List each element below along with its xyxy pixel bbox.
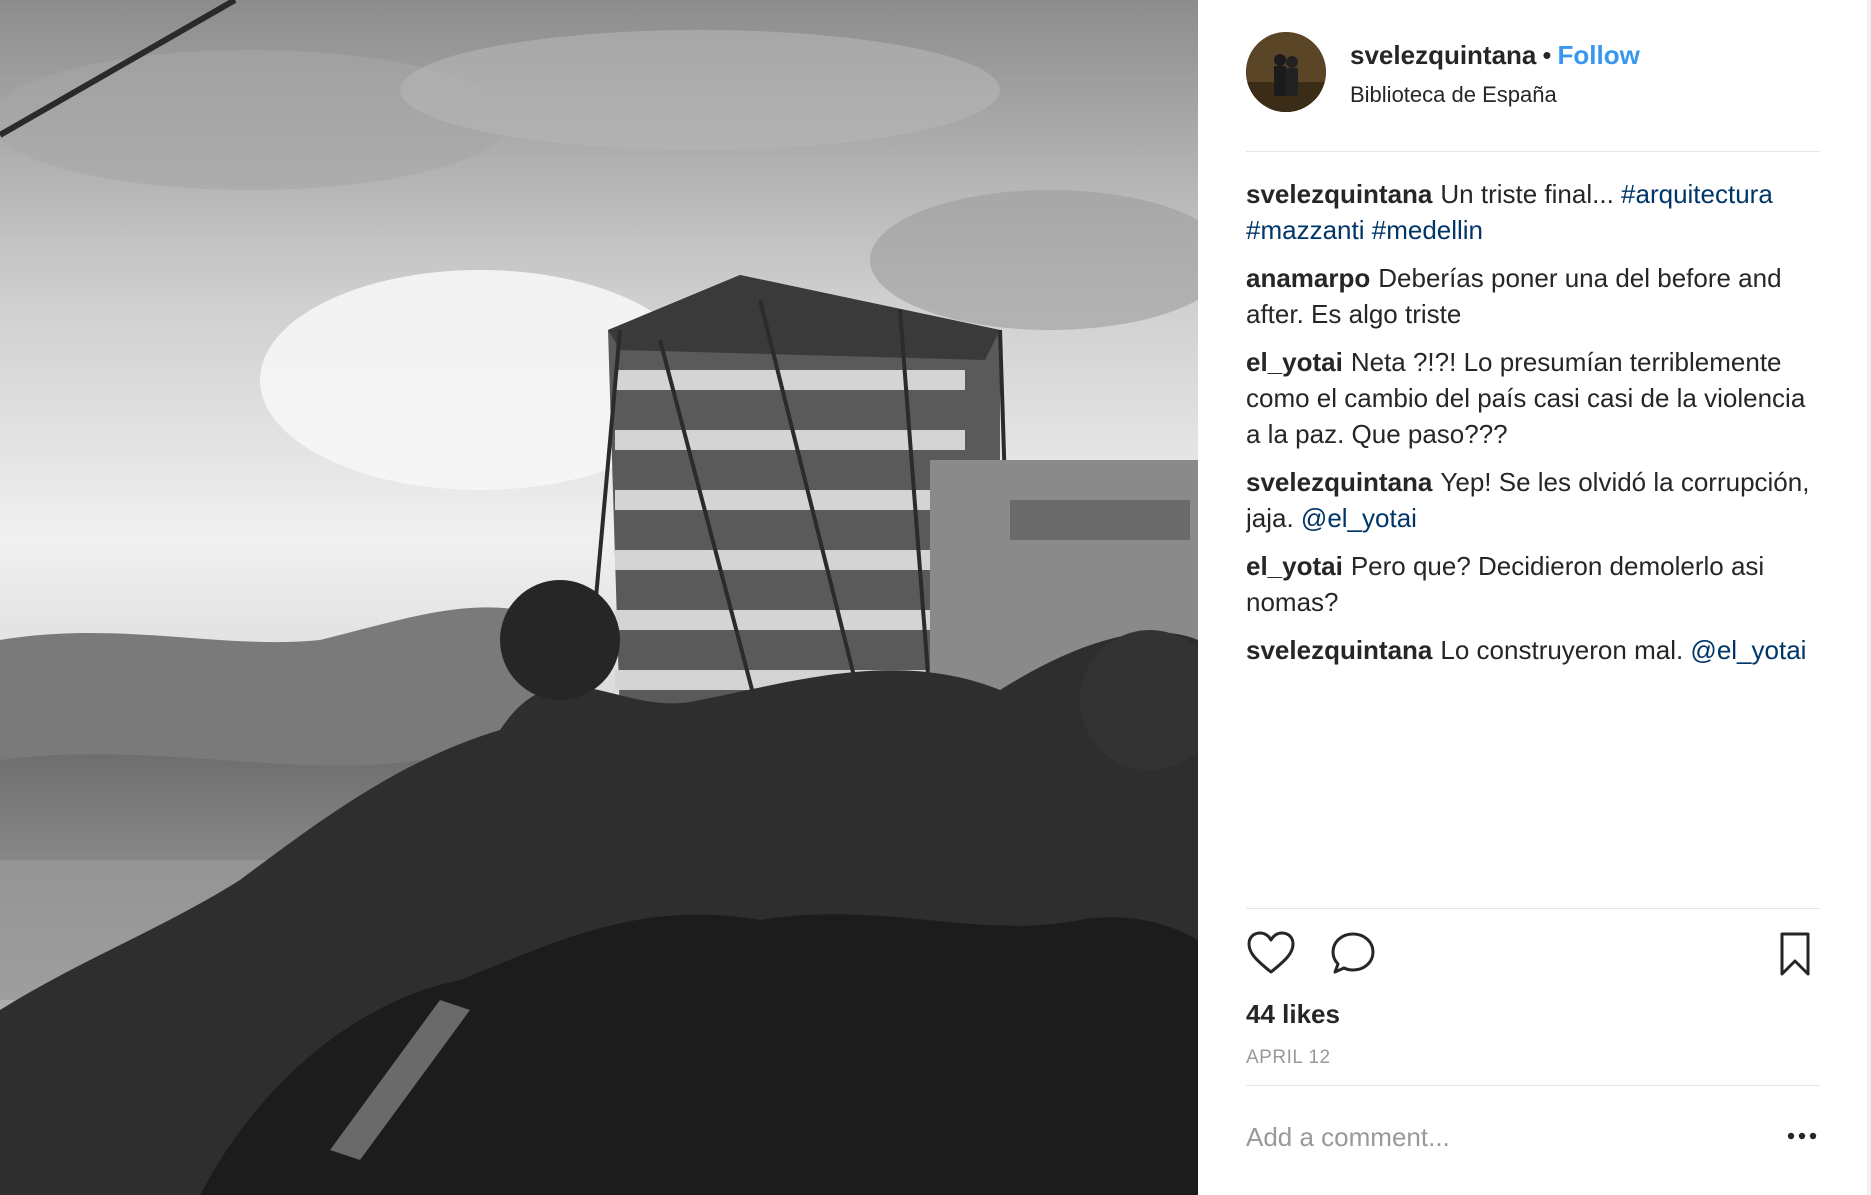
header-username[interactable]: svelezquintana	[1350, 40, 1536, 70]
comment-tag-link[interactable]: #medellin	[1372, 215, 1483, 245]
comment-username[interactable]: svelezquintana	[1246, 467, 1432, 497]
more-options-icon	[1787, 1132, 1817, 1140]
comment-text: Un triste final...	[1440, 179, 1622, 209]
heart-icon	[1247, 931, 1295, 974]
location-link[interactable]: Biblioteca de España	[1350, 82, 1557, 108]
comment-tag-link[interactable]: @el_yotai	[1301, 503, 1417, 533]
comment-tag-link[interactable]: #mazzanti	[1246, 215, 1365, 245]
post-details-panel: svelezquintana • Follow Biblioteca de Espa…	[1198, 0, 1871, 1195]
header-separator: •	[1542, 40, 1552, 70]
post-actions: 44 likes APRIL 12	[1246, 908, 1820, 1157]
comment-button[interactable]	[1328, 929, 1378, 979]
comment-text	[1365, 215, 1372, 245]
comment-item: anamarpo Deberías poner una del before an…	[1246, 260, 1820, 332]
like-button[interactable]	[1246, 929, 1296, 979]
post-header: svelezquintana • Follow Biblioteca de Espa…	[1246, 32, 1820, 152]
comment-tag-link[interactable]: #arquitectura	[1621, 179, 1773, 209]
comment-username[interactable]: svelezquintana	[1246, 179, 1432, 209]
comments-list: svelezquintana Un triste final... #arquit…	[1246, 176, 1820, 896]
comment-bubble-icon	[1331, 932, 1375, 974]
scrollbar[interactable]	[1867, 0, 1871, 1195]
divider	[1246, 1085, 1820, 1086]
likes-count[interactable]: 44 likes	[1246, 999, 1340, 1030]
comment-item: svelezquintana Lo construyeron mal. @el_y…	[1246, 632, 1820, 668]
comment-tag-link[interactable]: @el_yotai	[1690, 635, 1806, 665]
comment-item: svelezquintana Un triste final... #arquit…	[1246, 176, 1820, 248]
comment-username[interactable]: svelezquintana	[1246, 635, 1432, 665]
comment-item: el_yotai Pero que? Decidieron demolerlo a…	[1246, 548, 1820, 620]
comment-username[interactable]: el_yotai	[1246, 551, 1343, 581]
comment-username[interactable]: anamarpo	[1246, 263, 1370, 293]
header-user-line: svelezquintana • Follow	[1350, 40, 1640, 71]
bookmark-icon	[1780, 932, 1810, 976]
comment-username[interactable]: el_yotai	[1246, 347, 1343, 377]
avatar[interactable]	[1246, 32, 1326, 112]
follow-button[interactable]: Follow	[1558, 40, 1640, 70]
comment-text: Lo construyeron mal.	[1440, 635, 1691, 665]
post-date[interactable]: APRIL 12	[1246, 1047, 1331, 1069]
photo-drawing	[0, 0, 1198, 1195]
save-button[interactable]	[1770, 929, 1820, 979]
comment-item: el_yotai Neta ?!?! Lo presumían terriblem…	[1246, 344, 1820, 452]
post-photo[interactable]	[0, 0, 1198, 1195]
comment-item: svelezquintana Yep! Se les olvidó la corr…	[1246, 464, 1820, 536]
add-comment-input[interactable]	[1246, 1117, 1746, 1157]
avatar-image	[1246, 32, 1326, 112]
more-options-button[interactable]	[1784, 1121, 1820, 1151]
